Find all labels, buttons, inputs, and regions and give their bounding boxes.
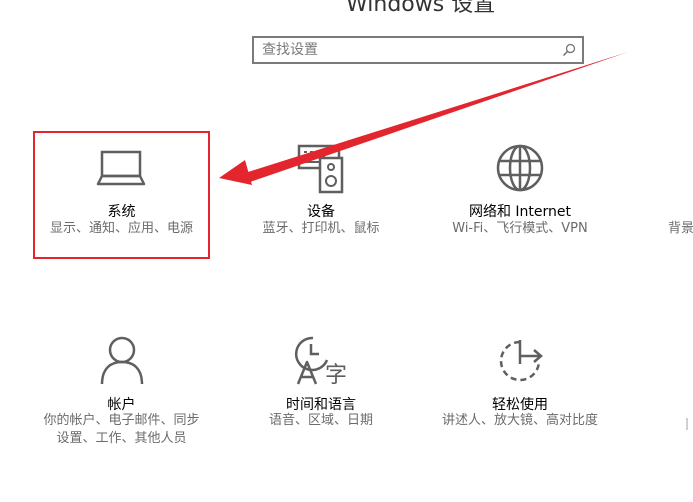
tile-accounts[interactable]: 帐户 你的帐户、电子邮件、同步 设置、工作、其他人员 [36, 330, 207, 460]
ease-of-access-icon [499, 340, 543, 382]
tile-accounts-desc-2: 设置、工作、其他人员 [56, 431, 187, 446]
scrollbar-thumb[interactable] [686, 418, 688, 430]
person-icon [100, 336, 143, 385]
search-icon[interactable] [562, 43, 576, 57]
search-input[interactable] [262, 41, 552, 59]
tile-devices-desc: 蓝牙、打印机、鼠标 [262, 221, 380, 236]
time-language-icon: 字 [294, 336, 347, 388]
tile-ease-of-access-name: 轻松使用 [492, 397, 548, 413]
svg-text:字: 字 [325, 363, 347, 388]
tile-accounts-desc-1: 你的帐户、电子邮件、同步 [43, 413, 200, 428]
tile-devices[interactable]: 设备 蓝牙、打印机、鼠标 [236, 134, 406, 256]
search-box[interactable] [252, 36, 584, 64]
tile-network-desc: Wi-Fi、飞行模式、VPN [452, 221, 588, 236]
tile-ease-of-access-desc: 讲述人、放大镜、高对比度 [441, 413, 598, 428]
highlight-box [33, 131, 210, 259]
tile-personalization-desc: 背景 [668, 221, 693, 236]
tile-ease-of-access[interactable]: 轻松使用 讲述人、放大镜、高对比度 [435, 330, 605, 460]
tile-network-name: 网络和 Internet [468, 204, 572, 220]
tile-network[interactable]: 网络和 Internet Wi-Fi、飞行模式、VPN [435, 134, 605, 256]
page-title: Windows 设置 [346, 0, 496, 17]
tile-devices-name: 设备 [307, 204, 335, 220]
tile-time-language-desc: 语音、区域、日期 [268, 413, 373, 428]
tile-personalization[interactable]: 背景 [650, 134, 693, 256]
globe-icon [496, 144, 544, 192]
tile-time-language-name: 时间和语言 [286, 397, 356, 413]
tile-accounts-name: 帐户 [107, 397, 136, 413]
tile-time-language[interactable]: 字 时间和语言 语音、区域、日期 [236, 330, 406, 460]
devices-icon [297, 144, 344, 194]
